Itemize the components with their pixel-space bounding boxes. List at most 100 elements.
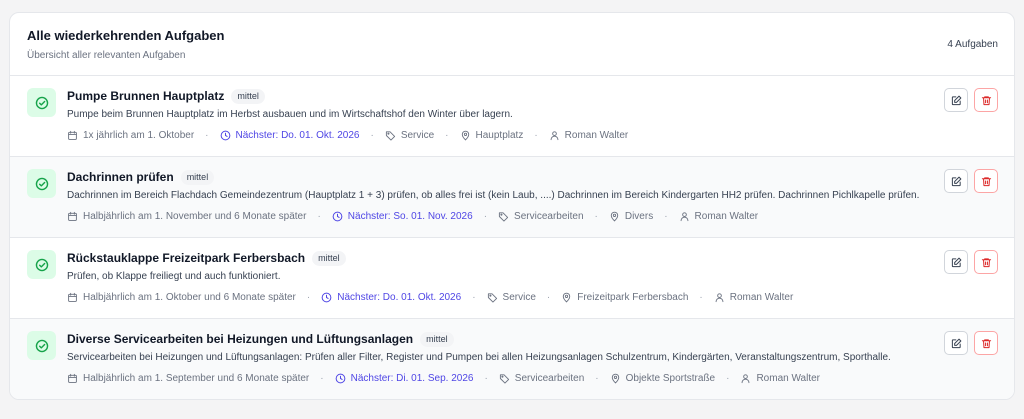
edit-button[interactable]: [944, 169, 968, 193]
meta-separator: ·: [472, 291, 476, 303]
card-header: Alle wiederkehrenden Aufgaben Übersicht …: [10, 13, 1014, 76]
assignee-text: Roman Walter: [756, 372, 820, 384]
location-info: Freizeitpark Ferbersbach: [561, 292, 688, 303]
clock-icon: [220, 130, 230, 140]
delete-button[interactable]: [974, 169, 998, 193]
task-description: Dachrinnen im Bereich Flachdach Gemeinde…: [67, 190, 920, 201]
meta-separator: ·: [483, 210, 488, 222]
priority-badge: mittel: [231, 88, 265, 104]
edit-icon: [951, 257, 961, 267]
status-indicator: [27, 169, 56, 198]
category-info: Servicearbeiten: [499, 373, 584, 384]
task-meta: Halbjährlich am 1. November und 6 Monate…: [67, 209, 758, 223]
task-description: Pumpe beim Brunnen Hauptplatz im Herbst …: [67, 109, 513, 120]
meta-separator: ·: [317, 210, 321, 222]
delete-button[interactable]: [974, 88, 998, 112]
row-actions: [944, 88, 998, 112]
location-info: Hauptplatz: [460, 129, 524, 141]
map-pin-icon: [610, 211, 619, 221]
next-date-text: Nächster: Do. 01. Okt. 2026: [337, 291, 462, 303]
assignee-info: Roman Walter: [740, 373, 820, 384]
map-pin-icon: [611, 373, 619, 383]
edit-button[interactable]: [944, 331, 968, 355]
edit-icon: [951, 176, 961, 186]
location-text: Objekte Sportstraße: [625, 372, 716, 384]
check-circle-icon: [35, 339, 48, 352]
delete-button[interactable]: [974, 331, 998, 355]
edit-icon: [951, 338, 961, 348]
status-indicator: [27, 250, 56, 279]
meta-separator: ·: [445, 129, 449, 141]
clock-icon: [332, 211, 343, 221]
edit-button[interactable]: [944, 88, 968, 112]
map-pin-icon: [461, 130, 469, 140]
meta-separator: ·: [594, 210, 598, 222]
task-title: Pumpe Brunnen Hauptplatz: [67, 89, 225, 103]
calendar-icon: [68, 211, 77, 221]
card-title: Alle wiederkehrenden Aufgaben: [27, 28, 225, 43]
task-meta: Halbjährlich am 1. Oktober und 6 Monate …: [67, 290, 793, 304]
check-circle-icon: [35, 96, 48, 109]
task-list: Pumpe Brunnen Hauptplatz mittel Pumpe be…: [10, 76, 1014, 399]
category-text: Service: [502, 291, 536, 303]
meta-separator: ·: [595, 372, 599, 384]
task-row[interactable]: Dachrinnen prüfen mittel Dachrinnen im B…: [10, 157, 1014, 238]
priority-badge: mittel: [420, 331, 454, 347]
next-date-info: Nächster: So. 01. Nov. 2026: [332, 211, 473, 222]
task-title: Diverse Servicearbeiten bei Heizungen un…: [67, 332, 414, 346]
check-circle-icon: [35, 177, 48, 190]
assignee-info: Roman Walter: [714, 291, 794, 303]
status-indicator: [27, 88, 56, 117]
location-text: Divers: [624, 210, 654, 222]
calendar-icon: [68, 130, 77, 140]
card-subtitle: Übersicht aller relevanten Aufgaben: [27, 50, 186, 61]
priority-badge: mittel: [312, 250, 346, 266]
edit-button[interactable]: [944, 250, 968, 274]
next-date-info: Nächster: Di. 01. Sep. 2026: [335, 373, 473, 384]
user-icon: [742, 373, 750, 383]
delete-button[interactable]: [974, 250, 998, 274]
check-circle-icon: [35, 258, 48, 271]
status-indicator: [27, 331, 56, 360]
schedule-info: Halbjährlich am 1. November und 6 Monate…: [67, 211, 306, 222]
meta-separator: ·: [205, 129, 209, 141]
trash-icon: [981, 257, 991, 267]
task-title-line: Pumpe Brunnen Hauptplatz mittel: [67, 88, 265, 104]
location-info: Objekte Sportstraße: [610, 373, 715, 384]
trash-icon: [981, 338, 991, 348]
next-date-info: Nächster: Do. 01. Okt. 2026: [220, 130, 359, 141]
task-row[interactable]: Rückstauklappe Freizeitpark Ferbersbach …: [10, 238, 1014, 319]
task-meta: 1x jährlich am 1. Oktober · Nächster: Do…: [67, 128, 628, 142]
location-info: Divers: [609, 211, 653, 222]
row-actions: [944, 331, 998, 355]
location-text: Hauptplatz: [475, 129, 524, 141]
meta-separator: ·: [664, 210, 668, 222]
task-description: Servicearbeiten bei Heizungen und Lüftun…: [67, 352, 891, 363]
user-icon: [715, 292, 724, 302]
schedule-text: Halbjährlich am 1. Oktober und 6 Monate …: [83, 291, 296, 303]
task-title-line: Dachrinnen prüfen mittel: [67, 169, 215, 185]
location-text: Freizeitpark Ferbersbach: [577, 291, 689, 303]
task-title-line: Rückstauklappe Freizeitpark Ferbersbach …: [67, 250, 346, 266]
category-info: Service: [487, 292, 536, 303]
task-row[interactable]: Diverse Servicearbeiten bei Heizungen un…: [10, 319, 1014, 399]
category-info: Service: [385, 130, 434, 141]
category-info: Servicearbeiten: [498, 210, 584, 222]
task-title-line: Diverse Servicearbeiten bei Heizungen un…: [67, 331, 454, 347]
meta-separator: ·: [306, 291, 311, 303]
user-icon: [680, 211, 688, 221]
calendar-icon: [68, 373, 77, 383]
meta-separator: ·: [534, 129, 538, 141]
clock-icon: [335, 373, 345, 383]
schedule-text: 1x jährlich am 1. Oktober: [83, 129, 195, 141]
category-text: Servicearbeiten: [514, 372, 585, 384]
schedule-text: Halbjährlich am 1. September und 6 Monat…: [83, 372, 310, 384]
meta-separator: ·: [484, 372, 488, 384]
task-row[interactable]: Pumpe Brunnen Hauptplatz mittel Pumpe be…: [10, 76, 1014, 157]
schedule-info: Halbjährlich am 1. September und 6 Monat…: [67, 373, 309, 384]
meta-separator: ·: [726, 372, 730, 384]
assignee-text: Roman Walter: [729, 291, 794, 303]
next-date-info: Nächster: Do. 01. Okt. 2026: [321, 292, 461, 303]
category-text: Servicearbeiten: [514, 210, 584, 222]
task-meta: Halbjährlich am 1. September und 6 Monat…: [67, 371, 820, 385]
